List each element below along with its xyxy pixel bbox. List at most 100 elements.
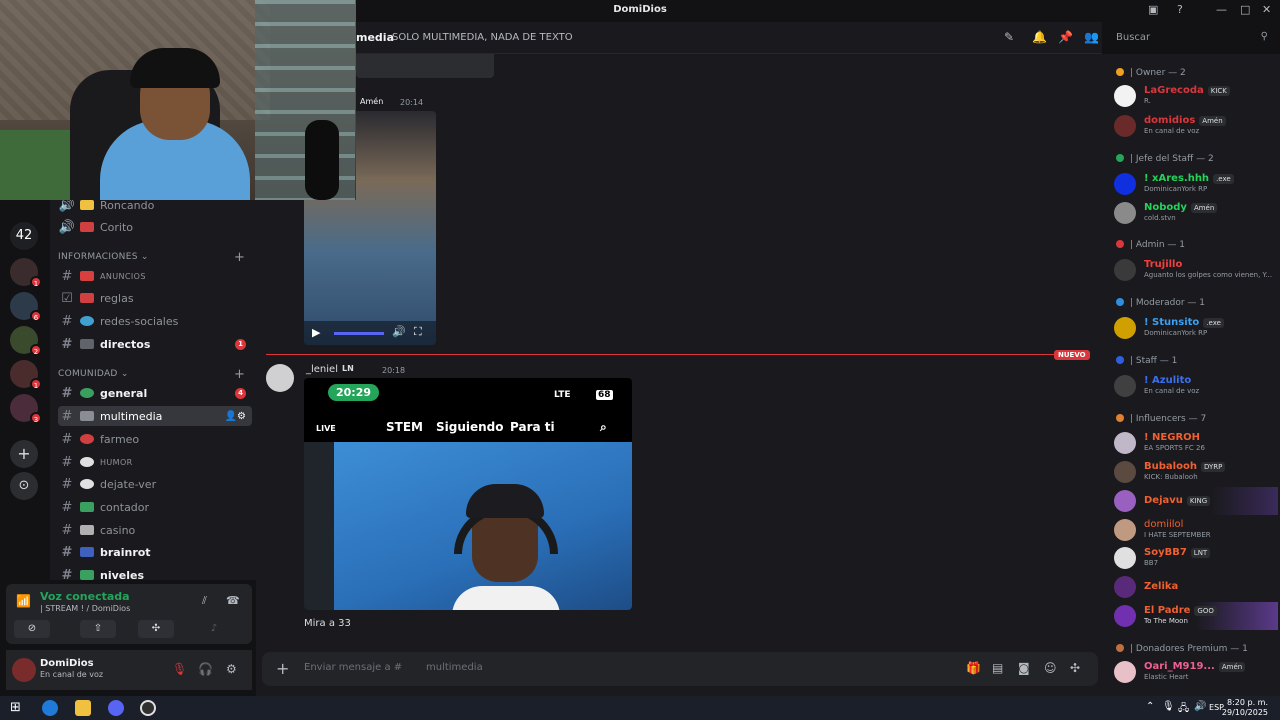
gift-icon[interactable]: 🎁 — [966, 661, 981, 675]
add-channel-icon[interactable]: + — [234, 367, 245, 382]
disconnect-icon[interactable]: ☎ — [226, 594, 240, 607]
channel-humor[interactable]: # humor — [58, 452, 252, 472]
server-icon[interactable]: 1 — [10, 258, 42, 288]
volume-bar[interactable] — [334, 332, 384, 335]
windows-start-icon[interactable]: ⊞ — [10, 700, 21, 715]
close-icon[interactable]: ✕ — [1262, 3, 1271, 16]
server-badge: 3 — [30, 412, 42, 424]
emoji-icon[interactable]: ☺ — [1044, 661, 1057, 675]
play-icon[interactable]: ▶ — [312, 326, 320, 339]
voice-icon: 🔊 — [58, 219, 76, 235]
soundboard-button[interactable]: ♪ — [196, 620, 232, 638]
inbox-icon[interactable]: ▣ — [1148, 3, 1158, 16]
server-icon-42[interactable]: 42 — [10, 222, 38, 250]
avatar[interactable] — [12, 658, 36, 682]
tray-volume-icon[interactable]: 🔊 — [1194, 701, 1206, 712]
gif-icon[interactable]: ▤ — [992, 661, 1003, 675]
pin-icon[interactable]: 📌 — [1058, 30, 1073, 44]
user-name[interactable]: DomiDios — [40, 658, 94, 669]
member-item[interactable]: domiilol I HATE SEPTEMBER — [1114, 516, 1278, 544]
tray-network-icon[interactable]: 🖧 — [1178, 701, 1189, 718]
channel-dejate-ver[interactable]: # dejate-ver — [58, 474, 252, 494]
file-explorer-icon[interactable] — [75, 700, 91, 716]
channel-casino[interactable]: # casino — [58, 520, 252, 540]
mute-icon[interactable]: 🎙 — [172, 662, 187, 676]
category-comunidad[interactable]: COMUNIDAD ⌄ + — [58, 367, 245, 382]
edge-icon[interactable] — [42, 700, 58, 716]
system-clock[interactable]: 8:20 p. m. 29/10/2025 — [1222, 698, 1268, 718]
channel-reglas[interactable]: ☑ reglas — [58, 288, 252, 308]
member-item[interactable]: Dejavu KING — [1114, 487, 1278, 515]
add-attachment-icon[interactable]: + — [276, 659, 289, 678]
server-icon[interactable]: 6 — [10, 292, 42, 322]
channel-niveles[interactable]: # niveles — [58, 565, 252, 585]
member-item[interactable]: Trujillo Aguanto los golpes como vienen, … — [1114, 256, 1278, 284]
webcam-overlay — [0, 0, 356, 200]
minimize-icon[interactable]: — — [1216, 3, 1227, 16]
obs-icon[interactable] — [140, 700, 156, 716]
avatar[interactable] — [266, 364, 294, 392]
message-composer[interactable]: + Enviar mensaje a # multimedia 🎁 ▤ ◙ ☺ … — [262, 652, 1098, 686]
member-item[interactable]: ! NEGROH EA SPORTS FC 26 — [1114, 429, 1278, 457]
server-icon[interactable]: 3 — [10, 394, 42, 424]
emoji-icon — [80, 222, 94, 232]
apps-icon[interactable]: ✣ — [1070, 661, 1080, 675]
member-item[interactable]: SoyBB7 LNT BB7 — [1114, 544, 1278, 572]
tray-chevron-icon[interactable]: ⌃ — [1146, 701, 1154, 712]
maximize-icon[interactable]: □ — [1240, 3, 1250, 16]
noise-suppression-icon[interactable]: ⫽ — [202, 594, 207, 608]
settings-gear-icon[interactable]: ⚙ — [226, 662, 237, 676]
channel-farmeo[interactable]: # farmeo — [58, 429, 252, 449]
threads-icon[interactable]: ✎ — [1004, 30, 1014, 44]
deafen-icon[interactable]: 🎧 — [198, 662, 213, 676]
previous-attachment[interactable] — [356, 54, 494, 78]
member-name: ! NEGROH — [1144, 432, 1201, 443]
member-item[interactable]: Bubalooh DYRP KICK: Bubalooh — [1114, 458, 1278, 486]
message-author[interactable]: _leniel — [306, 364, 338, 375]
message-author[interactable]: Amén — [360, 97, 383, 106]
member-list-icon[interactable]: 👥 — [1084, 30, 1099, 44]
help-icon[interactable]: ? — [1177, 3, 1183, 16]
search-input[interactable]: Buscar ⚲ — [1110, 28, 1274, 48]
role-group-donadores: | Donadores Premium — 1 — [1116, 644, 1248, 654]
channel-multimedia[interactable]: # multimedia 👤⚙ — [58, 406, 252, 426]
camera-off-button[interactable]: ⊘ — [14, 620, 50, 638]
add-channel-icon[interactable]: + — [234, 250, 245, 265]
member-item[interactable]: ! Stunsito .exe DominicanYork RP — [1114, 314, 1278, 342]
member-item[interactable]: El Padre GOO To The Moon — [1114, 602, 1278, 630]
channel-general[interactable]: # general 4 — [58, 383, 252, 403]
channel-anuncios[interactable]: # anuncios — [58, 266, 252, 286]
volume-icon[interactable]: 🔊 — [392, 325, 406, 338]
channel-brainrot[interactable]: # brainrot — [58, 542, 252, 562]
category-informaciones[interactable]: INFORMACIONES ⌄ + — [58, 250, 245, 265]
emoji-icon — [80, 479, 94, 489]
screen-share-button[interactable]: ⇧ — [80, 620, 116, 638]
member-item[interactable]: Zelika — [1114, 573, 1278, 601]
image-attachment[interactable]: 20:29 LTE 68 LIVE STEM Siguiendo Para ti… — [304, 378, 632, 610]
fullscreen-icon[interactable]: ⛶ — [414, 325, 422, 339]
add-server-icon[interactable]: + — [10, 440, 38, 468]
voice-status[interactable]: Voz conectada — [40, 590, 130, 603]
channel-redes-sociales[interactable]: # redes-sociales — [58, 311, 252, 331]
discord-icon[interactable] — [108, 700, 124, 716]
channel-label: humor — [100, 457, 133, 467]
server-icon[interactable]: 1 — [10, 360, 42, 390]
member-item[interactable]: Oari_M919... Amén Elastic Heart — [1114, 658, 1278, 686]
sticker-icon[interactable]: ◙ — [1018, 661, 1030, 675]
member-item[interactable]: domidios Amén En canal de voz — [1114, 112, 1278, 140]
member-item[interactable]: ! Azulito En canal de voz — [1114, 372, 1278, 400]
avatar — [1114, 605, 1136, 627]
channel-settings-icon[interactable]: 👤⚙ — [225, 411, 246, 422]
member-item[interactable]: LaGrecoda KICK R. — [1114, 82, 1278, 110]
channel-contador[interactable]: # contador — [58, 497, 252, 517]
member-name: Bubalooh DYRP — [1144, 461, 1226, 472]
member-item[interactable]: ! xAres.hhh .exe DominicanYork RP — [1114, 170, 1278, 198]
channel-directos[interactable]: # directos 1 — [58, 334, 252, 354]
server-icon[interactable]: 2 — [10, 326, 42, 356]
voice-channel-corito[interactable]: 🔊 Corito — [58, 217, 252, 237]
activities-button[interactable]: ✣ — [138, 620, 174, 638]
tray-mic-icon[interactable]: 🎙 — [1162, 701, 1175, 712]
discover-icon[interactable]: ⊙ — [10, 472, 38, 500]
member-item[interactable]: Nobody Amén cold.stvn — [1114, 199, 1278, 227]
notifications-bell-icon[interactable]: 🔔 — [1032, 30, 1047, 44]
